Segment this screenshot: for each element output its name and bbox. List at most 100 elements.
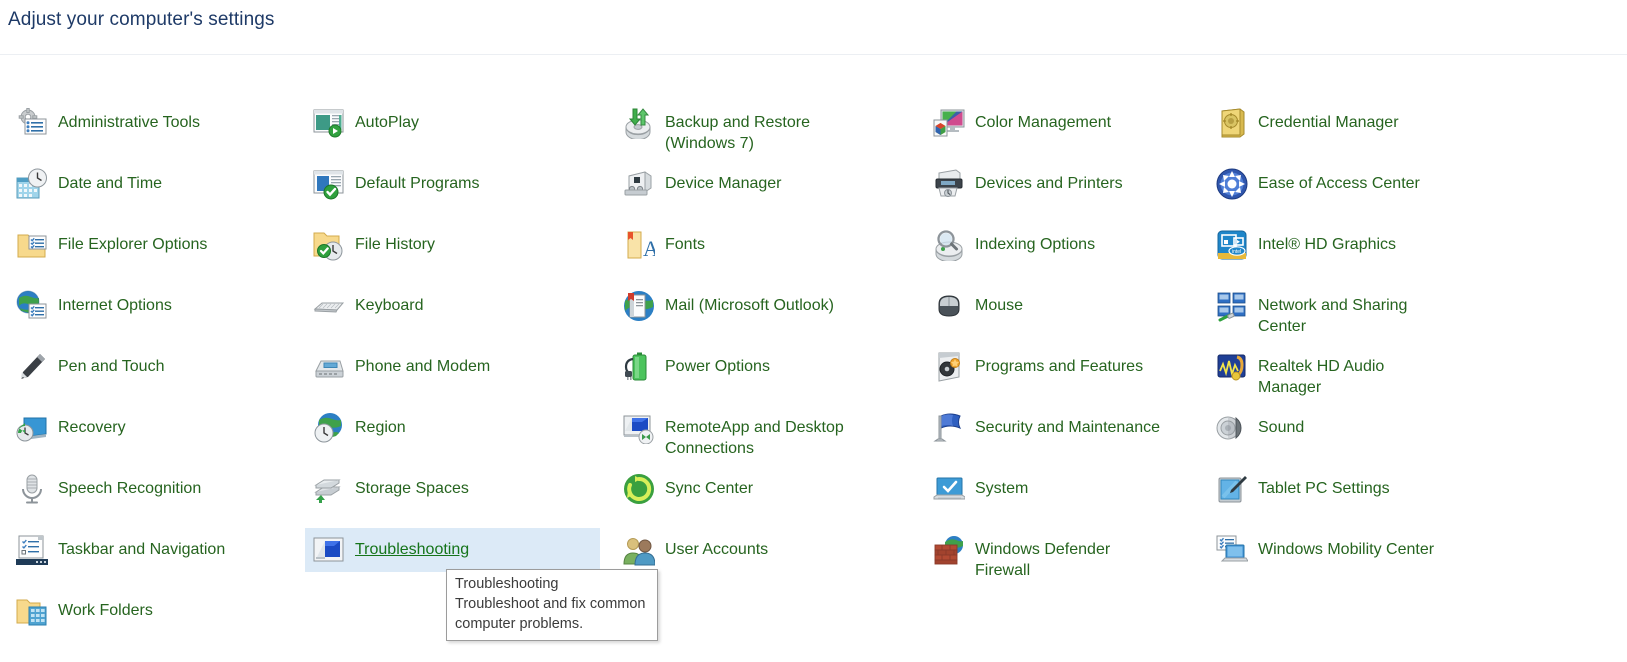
pen-and-touch-icon: [16, 351, 48, 383]
network-and-sharing-center-icon: [1216, 290, 1248, 322]
keyboard-icon: [313, 290, 345, 322]
control-panel-item-device-manager[interactable]: Device Manager: [615, 162, 920, 206]
control-panel-item-date-and-time[interactable]: Date and Time: [8, 162, 298, 206]
control-panel-item-ease-of-access-center[interactable]: Ease of Access Center: [1208, 162, 1508, 206]
control-panel-item-label: System: [975, 480, 1029, 497]
control-panel-item-label: Intel® HD Graphics: [1258, 236, 1397, 253]
control-panel-item-speech-recognition[interactable]: Speech Recognition: [8, 467, 298, 511]
control-panel-item-label: File History: [355, 236, 436, 253]
control-panel-item-label: Windows Defender Firewall: [975, 541, 1111, 579]
color-management-icon: [933, 107, 965, 139]
control-panel-item-label: Color Management: [975, 114, 1112, 131]
control-panel-item-troubleshooting[interactable]: Troubleshooting: [305, 528, 600, 572]
phone-and-modem-icon: [313, 351, 345, 383]
realtek-hd-audio-manager-icon: [1216, 351, 1248, 383]
control-panel-item-indexing-options[interactable]: Indexing Options: [925, 223, 1205, 267]
control-panel-item-work-folders[interactable]: Work Folders: [8, 589, 298, 633]
control-panel-items-grid: Administrative Tools Date and Time File …: [0, 55, 1627, 662]
control-panel-item-fonts[interactable]: A Fonts: [615, 223, 920, 267]
control-panel-item-file-explorer-options[interactable]: File Explorer Options: [8, 223, 298, 267]
date-and-time-icon: [16, 168, 48, 200]
control-panel-item-devices-and-printers[interactable]: Devices and Printers: [925, 162, 1205, 206]
control-panel-item-region[interactable]: Region: [305, 406, 600, 450]
mouse-icon: [933, 290, 965, 322]
security-and-maintenance-icon: [933, 412, 965, 444]
control-panel-item-administrative-tools[interactable]: Administrative Tools: [8, 101, 298, 145]
user-accounts-icon: [623, 534, 655, 566]
control-panel-item-label: Devices and Printers: [975, 175, 1123, 192]
taskbar-and-navigation-icon: [16, 534, 48, 566]
control-panel-item-file-history[interactable]: File History: [305, 223, 600, 267]
file-history-icon: [313, 229, 345, 261]
control-panel-item-sync-center[interactable]: Sync Center: [615, 467, 920, 511]
control-panel-item-remoteapp[interactable]: RemoteApp and Desktop Connections: [615, 406, 920, 465]
control-panel-item-mail[interactable]: Mail (Microsoft Outlook): [615, 284, 920, 328]
system-icon: [933, 473, 965, 505]
control-panel-item-label: Indexing Options: [975, 236, 1096, 253]
control-panel-item-pen-and-touch[interactable]: Pen and Touch: [8, 345, 298, 389]
control-panel-item-label: Power Options: [665, 358, 770, 375]
control-panel-item-mouse[interactable]: Mouse: [925, 284, 1205, 328]
sync-center-icon: [623, 473, 655, 505]
mail-icon: [623, 290, 655, 322]
control-panel-item-label: Security and Maintenance: [975, 419, 1160, 436]
header-bar: Adjust your computer's settings: [0, 0, 1627, 55]
control-panel-item-label: Realtek HD Audio Manager: [1258, 358, 1385, 396]
control-panel-item-label: Internet Options: [58, 297, 172, 314]
control-panel-item-storage-spaces[interactable]: Storage Spaces: [305, 467, 600, 511]
windows-mobility-center-icon: [1216, 534, 1248, 566]
control-panel-item-credential-manager[interactable]: Credential Manager: [1208, 101, 1508, 145]
control-panel-item-keyboard[interactable]: Keyboard: [305, 284, 600, 328]
control-panel-item-autoplay[interactable]: AutoPlay: [305, 101, 600, 145]
devices-and-printers-icon: [933, 168, 965, 200]
control-panel-item-windows-defender-firewall[interactable]: Windows Defender Firewall: [925, 528, 1205, 587]
control-panel-item-label: Windows Mobility Center: [1258, 541, 1435, 558]
control-panel-item-label: Programs and Features: [975, 358, 1144, 375]
control-panel-item-taskbar-and-navigation[interactable]: Taskbar and Navigation: [8, 528, 298, 572]
control-panel-item-system[interactable]: System: [925, 467, 1205, 511]
control-panel-item-backup-and-restore[interactable]: Backup and Restore (Windows 7): [615, 101, 920, 160]
control-panel-item-label: RemoteApp and Desktop Connections: [665, 419, 844, 457]
control-panel-item-tablet-pc-settings[interactable]: Tablet PC Settings: [1208, 467, 1508, 511]
control-panel-item-label: Default Programs: [355, 175, 480, 192]
control-panel-item-intel-hd-graphics[interactable]: intel Intel® HD Graphics: [1208, 223, 1508, 267]
power-options-icon: [623, 351, 655, 383]
control-panel-item-realtek-hd-audio-manager[interactable]: Realtek HD Audio Manager: [1208, 345, 1508, 404]
tooltip: Troubleshooting Troubleshoot and fix com…: [446, 569, 658, 641]
control-panel-item-label: Sound: [1258, 419, 1305, 436]
control-panel-item-label: Phone and Modem: [355, 358, 491, 375]
control-panel-item-label: Device Manager: [665, 175, 782, 192]
speech-recognition-icon: [16, 473, 48, 505]
control-panel-item-default-programs[interactable]: Default Programs: [305, 162, 600, 206]
control-panel-item-color-management[interactable]: Color Management: [925, 101, 1205, 145]
control-panel-item-label: Fonts: [665, 236, 706, 253]
control-panel-item-label: Mail (Microsoft Outlook): [665, 297, 834, 314]
control-panel-item-network-and-sharing-center[interactable]: Network and Sharing Center: [1208, 284, 1508, 343]
control-panel-item-label: Mouse: [975, 297, 1024, 314]
control-panel-item-user-accounts[interactable]: User Accounts: [615, 528, 920, 572]
intel-hd-graphics-icon: intel: [1216, 229, 1248, 261]
svg-text:intel: intel: [1232, 249, 1241, 255]
control-panel-item-label: User Accounts: [665, 541, 769, 558]
control-panel-item-power-options[interactable]: Power Options: [615, 345, 920, 389]
control-panel-item-security-and-maintenance[interactable]: Security and Maintenance: [925, 406, 1205, 450]
control-panel-item-label: Backup and Restore (Windows 7): [665, 114, 810, 152]
administrative-tools-icon: [16, 107, 48, 139]
file-explorer-options-icon: [16, 229, 48, 261]
control-panel-item-phone-and-modem[interactable]: Phone and Modem: [305, 345, 600, 389]
default-programs-icon: [313, 168, 345, 200]
control-panel-item-label: Work Folders: [58, 602, 153, 619]
work-folders-icon: [16, 595, 48, 627]
indexing-options-icon: [933, 229, 965, 261]
control-panel-item-label: Region: [355, 419, 406, 436]
tooltip-title: Troubleshooting: [455, 576, 559, 592]
control-panel-item-programs-and-features[interactable]: Programs and Features: [925, 345, 1205, 389]
control-panel-item-recovery[interactable]: Recovery: [8, 406, 298, 450]
control-panel-item-label: AutoPlay: [355, 114, 420, 131]
windows-defender-firewall-icon: [933, 534, 965, 566]
control-panel-item-internet-options[interactable]: Internet Options: [8, 284, 298, 328]
region-icon: [313, 412, 345, 444]
troubleshooting-icon: [313, 534, 345, 566]
control-panel-item-windows-mobility-center[interactable]: Windows Mobility Center: [1208, 528, 1508, 572]
control-panel-item-sound[interactable]: Sound: [1208, 406, 1508, 450]
